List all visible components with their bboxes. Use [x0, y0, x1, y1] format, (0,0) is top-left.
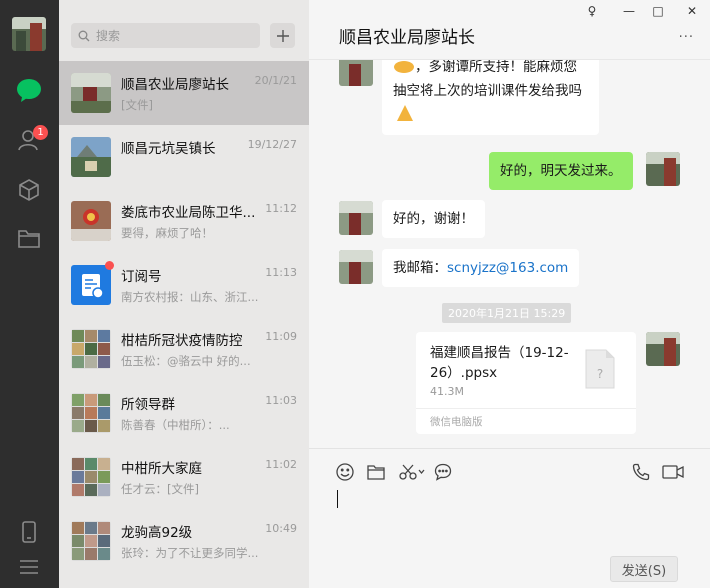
search-input[interactable] [96, 28, 246, 43]
my-avatar [646, 332, 680, 366]
chat-pane: ♀ — □ ✕ 顺昌农业局廖站长 ··· ，多谢谭所支持！能麻烦您 抽空将上次的… [309, 0, 710, 588]
my-message-bubble: 好的，明天发过来。 [489, 152, 633, 190]
send-button[interactable]: 发送(S) [610, 556, 678, 582]
conversation-preview: 南方农村报：山东、浙江... [121, 290, 259, 304]
message-text: 我邮箱： [393, 260, 447, 276]
conversation-name: 柑桔所冠状疫情防控 [121, 333, 243, 349]
subscription-icon [71, 265, 111, 305]
message-bubble: 我邮箱：scnyjzz@163.com [382, 249, 580, 287]
conversation-name: 顺昌农业局廖站长 [121, 77, 229, 93]
conversation-time: 11:13 [265, 266, 297, 279]
avatar[interactable] [12, 17, 46, 51]
conversation-item[interactable]: 娄底市农业局陈卫华... 11:12 要得，麻烦了哈！ [59, 189, 309, 253]
message-bubble: ，多谢谭所支持！能麻烦您 抽空将上次的培训课件发给我吗 [382, 60, 599, 135]
group-avatar [71, 457, 111, 497]
conversation-name: 顺昌元坑吴镇长 [121, 141, 216, 157]
conversation-item[interactable]: 顺昌元坑吴镇长 19/12/27 [59, 125, 309, 189]
folder-icon[interactable] [15, 224, 43, 252]
conversation-items: 顺昌农业局廖站长 20/1/21 [文件] 顺昌元坑吴镇长 19/12/27 娄… [59, 61, 309, 573]
conversation-avatar [71, 137, 111, 177]
chat-bubble-icon[interactable] [432, 461, 454, 483]
scissors-icon[interactable] [397, 461, 427, 483]
file-icon: ? [582, 348, 618, 390]
message-text: 抽空将上次的培训课件发给我吗 [393, 83, 582, 99]
conversation-avatar [71, 73, 111, 113]
conversation-preview: 伍玉松：@骆云中 好的... [121, 354, 251, 368]
file-name: 福建顺昌报告（19-12-26）.ppsx [430, 345, 569, 381]
conversation-item[interactable]: 订阅号 11:13 南方农村报：山东、浙江... [59, 253, 309, 317]
contacts-badge: 1 [33, 125, 48, 140]
conversation-time: 11:02 [265, 458, 297, 471]
input-area[interactable]: 发送(S) [309, 448, 710, 588]
emoji-icon[interactable] [334, 461, 356, 483]
folder-icon[interactable] [365, 461, 387, 483]
file-message[interactable]: 福建顺昌报告（19-12-26）.ppsx 41.3M ? 微信电脑版 [416, 332, 636, 434]
conversation-name: 中柑所大家庭 [121, 461, 202, 477]
pin-button[interactable]: ♀ [581, 4, 603, 18]
conversation-preview: [文件] [121, 98, 153, 112]
group-avatar [71, 521, 111, 561]
conversation-time: 11:12 [265, 202, 297, 215]
chat-header: ♀ — □ ✕ 顺昌农业局廖站长 ··· [309, 0, 710, 60]
conversation-time: 10:49 [265, 522, 297, 535]
contact-avatar [339, 60, 373, 86]
group-avatar [71, 393, 111, 433]
conversation-time: 20/1/21 [254, 74, 297, 87]
conversation-item[interactable]: 顺昌农业局廖站长 20/1/21 [文件] [59, 61, 309, 125]
chat-icon[interactable] [15, 76, 43, 104]
search-icon [78, 30, 90, 42]
conversation-time: 11:03 [265, 394, 297, 407]
file-source: 微信电脑版 [416, 408, 636, 429]
svg-text:?: ? [597, 367, 603, 381]
message-text: ，多谢谭所支持！能麻烦您 [415, 60, 577, 75]
conversation-list: 顺昌农业局廖站长 20/1/21 [文件] 顺昌元坑吴镇长 19/12/27 娄… [59, 0, 309, 588]
conversation-item[interactable]: 所领导群 11:03 陈善春（中柑所）：... [59, 381, 309, 445]
conversation-name: 娄底市农业局陈卫华... [121, 205, 256, 221]
conversation-item[interactable]: 龙驹高92级 10:49 张玲：为了不让更多同学... [59, 509, 309, 573]
conversation-name: 订阅号 [121, 269, 162, 285]
conversation-preview: 张玲：为了不让更多同学... [121, 546, 259, 560]
my-avatar [646, 152, 680, 186]
nav-rail: 1 [0, 0, 59, 588]
conversation-time: 19/12/27 [247, 138, 297, 151]
message-timestamp: 2020年1月21日 15:29 [442, 303, 572, 323]
phone-icon[interactable] [630, 461, 652, 483]
conversation-time: 11:09 [265, 330, 297, 343]
conversation-preview: 任才云：[文件] [121, 482, 199, 496]
phone-icon[interactable] [15, 518, 43, 546]
close-button[interactable]: ✕ [681, 4, 703, 18]
maximize-button[interactable]: □ [647, 4, 669, 18]
conversation-item[interactable]: 中柑所大家庭 11:02 任才云：[文件] [59, 445, 309, 509]
group-avatar [71, 329, 111, 369]
chat-title: 顺昌农业局廖站长 [339, 28, 475, 48]
email-link[interactable]: scnyjzz@163.com [447, 260, 568, 276]
add-button[interactable] [270, 23, 295, 48]
conversation-preview: 陈善春（中柑所）：... [121, 418, 230, 432]
conversation-preview: 要得，麻烦了哈！ [121, 226, 213, 240]
conversation-item[interactable]: 柑桔所冠状疫情防控 11:09 伍玉松：@骆云中 好的... [59, 317, 309, 381]
file-size: 41.3M [430, 385, 464, 398]
mini-program-icon[interactable] [15, 176, 43, 204]
more-options-button[interactable]: ··· [679, 30, 694, 45]
message-bubble: 好的，谢谢！ [382, 200, 485, 238]
message-list: ，多谢谭所支持！能麻烦您 抽空将上次的培训课件发给我吗 好的，明天发过来。 好的… [309, 60, 710, 448]
minimize-button[interactable]: — [618, 4, 640, 18]
unread-dot [105, 261, 114, 270]
conversation-name: 所领导群 [121, 397, 175, 413]
handshake-emoji-icon [393, 60, 415, 75]
contact-avatar [339, 250, 373, 284]
conversation-name: 龙驹高92级 [121, 525, 193, 541]
menu-icon[interactable] [15, 553, 43, 581]
conversation-avatar [71, 201, 111, 241]
video-icon[interactable] [660, 461, 686, 483]
contact-avatar [339, 201, 373, 235]
search-box[interactable] [71, 23, 260, 48]
text-cursor [337, 490, 338, 508]
pray-emoji-icon [393, 103, 588, 123]
